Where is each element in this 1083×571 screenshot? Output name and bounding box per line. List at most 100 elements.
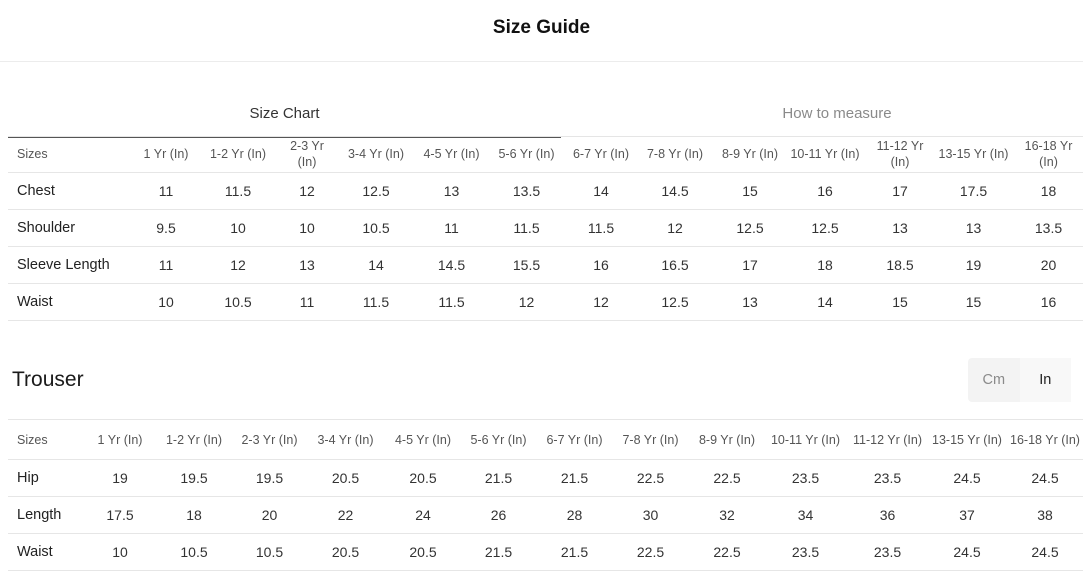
measurement-value: 11.5 bbox=[484, 208, 569, 246]
measurement-value: 20 bbox=[236, 496, 303, 534]
measurement-value: 13 bbox=[419, 171, 484, 209]
measurement-value: 11 bbox=[137, 171, 195, 209]
measurement-value: 20.5 bbox=[303, 459, 388, 497]
shirt-size-table: Sizes 1 Yr (In) 1-2 Yr (In) 2-3 Yr (In) 3-4 … bbox=[8, 137, 1083, 321]
size-column-header: 8-9 Yr (In) bbox=[721, 147, 779, 162]
measurement-value: 12 bbox=[281, 171, 333, 209]
measurement-value: 12 bbox=[633, 208, 717, 246]
measurement-value: 12.5 bbox=[783, 208, 867, 246]
measurement-value: 10.5 bbox=[333, 208, 419, 246]
size-column-header: 13-15 Yr (In) bbox=[938, 147, 1009, 162]
measurement-value: 10.5 bbox=[152, 533, 236, 571]
measurement-value: 23.5 bbox=[848, 459, 927, 497]
table-row: Chest 11 11.5 12 12.5 13 13.5 14 14.5 15 16 17 17.5 1… bbox=[8, 171, 1083, 209]
measurement-value: 18.5 bbox=[867, 245, 933, 283]
measurement-value: 23.5 bbox=[848, 533, 927, 571]
measurement-value: 23.5 bbox=[763, 533, 848, 571]
measurement-value: 18 bbox=[783, 245, 867, 283]
measurement-label: Waist bbox=[8, 533, 88, 571]
measurement-value: 38 bbox=[1007, 496, 1083, 534]
size-column-header: 1-2 Yr (In) bbox=[209, 147, 267, 162]
size-column-header: 4-5 Yr (In) bbox=[394, 432, 452, 447]
unit-in-button[interactable]: In bbox=[1019, 358, 1071, 402]
measurement-value: 15 bbox=[717, 171, 783, 209]
measurement-label: Length bbox=[8, 496, 88, 534]
measurement-value: 14.5 bbox=[419, 245, 484, 283]
measurement-value: 18 bbox=[152, 496, 236, 534]
measurement-value: 22.5 bbox=[610, 533, 691, 571]
tab-how-to-measure[interactable]: How to measure bbox=[561, 101, 1083, 136]
measurement-value: 13.5 bbox=[484, 171, 569, 209]
measurement-value: 20.5 bbox=[388, 533, 458, 571]
measurement-value: 23.5 bbox=[763, 459, 848, 497]
table-row: Waist 10 10.5 11 11.5 11.5 12 12 12.5 13 14 15 15 16 bbox=[8, 282, 1083, 321]
size-column-header: 7-8 Yr (In) bbox=[646, 147, 704, 162]
measurement-value: 10 bbox=[281, 208, 333, 246]
size-column-header: 10-11 Yr (In) bbox=[790, 147, 860, 162]
table-row: Length 17.5 18 20 22 24 26 28 30 32 34 36 37 38 bbox=[8, 496, 1083, 534]
measurement-label: Waist bbox=[8, 282, 137, 321]
modal-header: Size Guide bbox=[0, 0, 1083, 62]
measurement-value: 20.5 bbox=[388, 459, 458, 497]
measurement-value: 10 bbox=[195, 208, 281, 246]
measurement-value: 12.5 bbox=[333, 171, 419, 209]
measurement-value: 22.5 bbox=[691, 533, 763, 571]
measurement-value: 30 bbox=[610, 496, 691, 534]
size-column-header: 5-6 Yr (In) bbox=[470, 432, 527, 447]
measurement-value: 14 bbox=[569, 171, 633, 209]
size-column-header: 13-15 Yr (In) bbox=[932, 432, 1002, 447]
size-column-header: 11-12 Yr (In) bbox=[852, 432, 922, 447]
trouser-header-row: Sizes 1 Yr (In) 1-2 Yr (In) 2-3 Yr (In) 3-4 … bbox=[8, 420, 1083, 460]
measurement-value: 24.5 bbox=[927, 459, 1007, 497]
size-column-header: 4-5 Yr (In) bbox=[423, 147, 480, 162]
sizes-column-header: Sizes bbox=[17, 432, 48, 447]
measurement-value: 14.5 bbox=[633, 171, 717, 209]
tab-size-chart[interactable]: Size Chart bbox=[8, 101, 561, 138]
size-column-header: 5-6 Yr (In) bbox=[498, 147, 555, 162]
measurement-value: 20 bbox=[1014, 245, 1083, 283]
trouser-section-title: Trouser bbox=[12, 368, 84, 391]
table-row: Sleeve Length 11 12 13 14 14.5 15.5 16 16.5 17 18 1… bbox=[8, 245, 1083, 283]
size-column-header: 2-3 Yr (In) bbox=[290, 139, 324, 170]
measurement-value: 19.5 bbox=[236, 459, 303, 497]
measurement-value: 10.5 bbox=[236, 533, 303, 571]
shirt-header-row: Sizes 1 Yr (In) 1-2 Yr (In) 2-3 Yr (In) 3-4 … bbox=[8, 137, 1083, 172]
measurement-value: 17 bbox=[717, 245, 783, 283]
measurement-value: 12 bbox=[195, 245, 281, 283]
measurement-value: 17.5 bbox=[933, 171, 1014, 209]
measurement-value: 20.5 bbox=[303, 533, 388, 571]
measurement-value: 34 bbox=[763, 496, 848, 534]
measurement-value: 32 bbox=[691, 496, 763, 534]
measurement-value: 26 bbox=[458, 496, 539, 534]
measurement-label: Sleeve Length bbox=[8, 245, 137, 283]
measurement-value: 16 bbox=[783, 171, 867, 209]
unit-toggle: Cm In bbox=[968, 358, 1071, 402]
measurement-value: 21.5 bbox=[458, 533, 539, 571]
size-column-header: 10-11 Yr (In) bbox=[770, 432, 840, 447]
unit-cm-button[interactable]: Cm bbox=[968, 358, 1020, 402]
measurement-value: 19 bbox=[88, 459, 152, 497]
tab-bar: Size Chart How to measure bbox=[0, 101, 1083, 138]
size-column-header: 3-4 Yr (In) bbox=[317, 432, 374, 447]
measurement-value: 37 bbox=[927, 496, 1007, 534]
measurement-value: 13 bbox=[933, 208, 1014, 246]
size-column-header: 6-7 Yr (In) bbox=[546, 432, 603, 447]
measurement-value: 22.5 bbox=[610, 459, 691, 497]
measurement-value: 15 bbox=[867, 282, 933, 321]
size-column-header: 2-3 Yr (In) bbox=[241, 432, 298, 447]
size-column-header: 1 Yr (In) bbox=[143, 147, 189, 162]
measurement-value: 11.5 bbox=[569, 208, 633, 246]
measurement-value: 10.5 bbox=[195, 282, 281, 321]
measurement-value: 17.5 bbox=[88, 496, 152, 534]
measurement-value: 15.5 bbox=[484, 245, 569, 283]
size-column-header: 11-12 Yr (In) bbox=[876, 139, 924, 170]
measurement-value: 12.5 bbox=[633, 282, 717, 321]
measurement-value: 22.5 bbox=[691, 459, 763, 497]
measurement-value: 16.5 bbox=[633, 245, 717, 283]
table-row: Hip 19 19.5 19.5 20.5 20.5 21.5 21.5 22.5 22.5 23.… bbox=[8, 459, 1083, 497]
measurement-value: 12 bbox=[569, 282, 633, 321]
page-title: Size Guide bbox=[492, 17, 591, 38]
measurement-value: 24 bbox=[388, 496, 458, 534]
measurement-value: 13 bbox=[867, 208, 933, 246]
measurement-value: 36 bbox=[848, 496, 927, 534]
